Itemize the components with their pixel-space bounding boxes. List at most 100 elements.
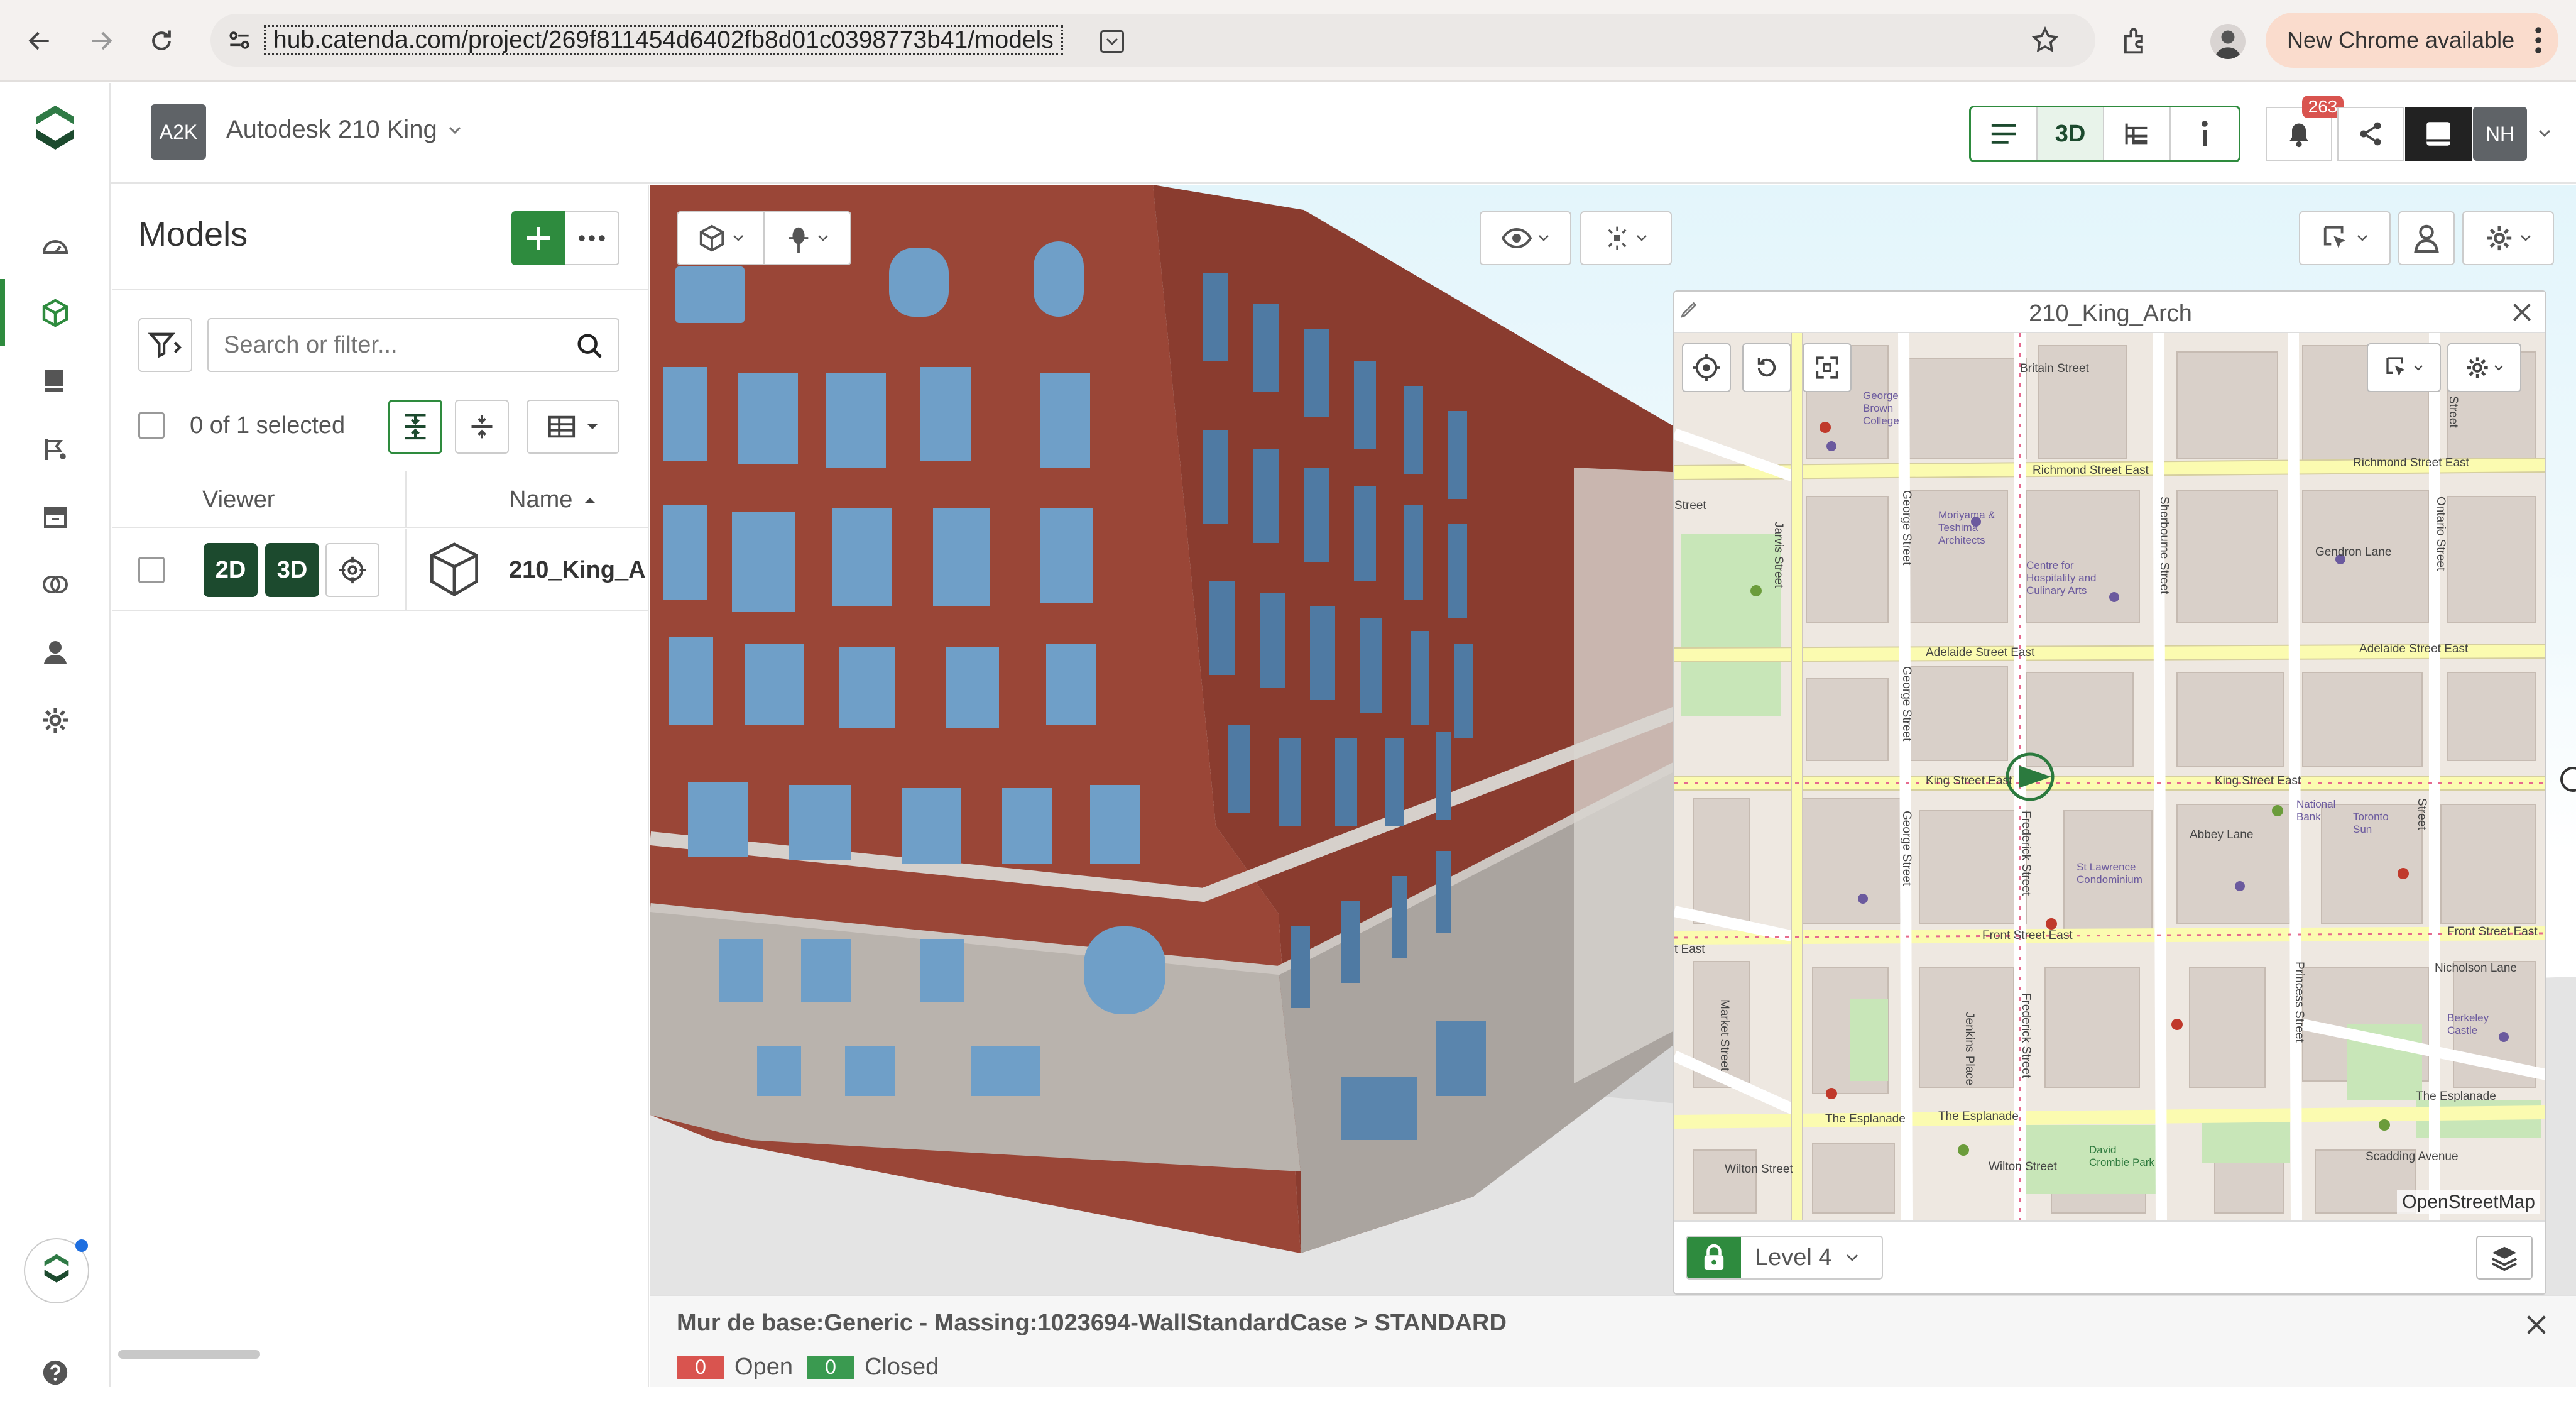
add-model-button[interactable]	[511, 211, 565, 265]
panel-toggle-button[interactable]	[2405, 107, 2472, 161]
extensions-icon[interactable]	[2119, 25, 2151, 58]
section-tool-menu[interactable]	[763, 211, 851, 265]
profile-icon[interactable]	[2210, 24, 2246, 59]
viewer-settings-menu[interactable]	[2462, 211, 2554, 265]
chevron-down-icon	[818, 235, 828, 241]
row-checkbox[interactable]	[138, 557, 165, 583]
back-icon[interactable]	[18, 19, 62, 63]
open-label[interactable]: Open	[734, 1354, 793, 1381]
reset-rotation-icon	[1757, 358, 1776, 377]
street-label: Abbey Lane	[2190, 828, 2254, 842]
map-window: 210_King_Arch Britain Street Richmond St…	[1673, 290, 2546, 1295]
chevron-down-icon	[2414, 365, 2423, 371]
place-label: Berkeley Castle	[2447, 1012, 2489, 1036]
menu-dots-icon[interactable]	[2535, 26, 2542, 54]
street-label: George Street	[1900, 811, 1913, 886]
cube-icon	[426, 540, 483, 598]
street-label: Britain Street	[2020, 362, 2089, 375]
street-label: Adelaide Street East	[1926, 646, 2035, 659]
view-cube-menu[interactable]	[677, 211, 765, 265]
layout-options-button[interactable]	[527, 400, 619, 454]
forward-icon[interactable]	[79, 19, 123, 63]
selection-status: 0 of 1 selected	[190, 412, 346, 439]
map-settings-menu[interactable]	[2447, 343, 2521, 392]
column-header-viewer[interactable]: Viewer	[202, 486, 275, 513]
dashboard-icon[interactable]	[0, 215, 111, 278]
locate-button[interactable]	[1682, 343, 1731, 392]
model-name[interactable]: 210_King_A	[509, 557, 648, 584]
lock-icon	[1704, 1244, 1724, 1270]
search-icon[interactable]	[576, 332, 604, 361]
table-row[interactable]: 2D 3D 210_King_A	[112, 529, 648, 611]
street-label: Adelaide Street East	[2359, 642, 2469, 655]
level-selector[interactable]: Level 4	[1686, 1236, 1883, 1280]
search-input[interactable]	[224, 331, 563, 359]
street-label: Nicholson Lane	[2435, 962, 2517, 975]
place-label: George Brown College	[1863, 390, 1899, 427]
archive-icon[interactable]	[0, 485, 111, 548]
catenda-assistant-button[interactable]	[24, 1238, 89, 1303]
tree-view-icon[interactable]	[2104, 107, 2171, 160]
more-options-button[interactable]	[565, 211, 619, 265]
url-text[interactable]: hub.catenda.com/project/269f811454d6402f…	[264, 25, 1063, 55]
map-layers-button[interactable]	[2476, 1236, 2533, 1280]
visibility-menu[interactable]	[1480, 211, 1571, 265]
search-field[interactable]	[207, 318, 619, 372]
place-label: Centre for Hospitality and Culinary Arts	[2026, 559, 2097, 596]
chevron-down-icon[interactable]	[2537, 128, 2552, 138]
street-map[interactable]: Britain Street Richmond Street East Rich…	[1674, 333, 2545, 1220]
explode-icon	[1608, 226, 1627, 250]
open-2d-button[interactable]: 2D	[204, 543, 258, 597]
locate-model-button[interactable]	[325, 543, 379, 597]
side-navigation	[0, 83, 111, 1387]
list-view-icon[interactable]	[1971, 107, 2038, 160]
map-select-tool-menu[interactable]	[2367, 343, 2441, 392]
fullscreen-button[interactable]	[1803, 343, 1852, 392]
issues-icon[interactable]	[0, 417, 111, 480]
address-bar[interactable]: hub.catenda.com/project/269f811454d6402f…	[210, 14, 2095, 67]
street-label: The Esplanade	[1825, 1112, 1906, 1126]
bookmark-star-icon[interactable]	[2030, 25, 2060, 55]
explode-menu[interactable]	[1580, 211, 1672, 265]
select-tool-menu[interactable]	[2299, 211, 2391, 265]
reload-icon[interactable]	[139, 19, 183, 63]
lock-level-button[interactable]	[1687, 1237, 1741, 1278]
target-icon	[339, 556, 366, 584]
closed-label[interactable]: Closed	[865, 1354, 939, 1381]
map-titlebar: 210_King_Arch	[1674, 292, 2545, 333]
people-icon[interactable]	[0, 621, 111, 684]
filter-button[interactable]	[138, 318, 192, 372]
user-avatar[interactable]: NH	[2473, 107, 2527, 161]
map-attribution[interactable]: OpenStreetMap	[2397, 1190, 2540, 1214]
street-label: The Esplanade	[2416, 1090, 2496, 1103]
select-all-checkbox[interactable]	[138, 412, 165, 439]
new-chrome-available-button[interactable]: New Chrome available	[2266, 13, 2558, 68]
reset-rotation-button[interactable]	[1742, 343, 1791, 392]
info-icon[interactable]	[2171, 107, 2239, 160]
share-button[interactable]	[2337, 107, 2404, 161]
street-label: Richmond Street East	[2033, 464, 2149, 477]
pin-icon	[789, 227, 809, 253]
open-3d-button[interactable]: 3D	[265, 543, 319, 597]
documents-icon[interactable]	[0, 349, 111, 412]
column-header-name[interactable]: Name	[509, 486, 596, 513]
dropdown-indicator-icon[interactable]	[1100, 30, 1124, 53]
horizontal-scrollbar[interactable]	[118, 1350, 260, 1359]
help-icon[interactable]	[0, 1341, 111, 1404]
person-view-button[interactable]	[2398, 211, 2455, 265]
integrations-icon[interactable]	[0, 553, 111, 616]
close-icon[interactable]	[2510, 300, 2534, 324]
place-label: St Lawrence Condominium	[2077, 861, 2142, 886]
open-count-badge: 0	[677, 1355, 724, 1379]
street-label: Jenkins Place	[1963, 1012, 1976, 1086]
close-icon[interactable]	[2524, 1312, 2549, 1337]
project-selector[interactable]: Autodesk 210 King	[226, 116, 462, 144]
settings-icon[interactable]	[0, 689, 111, 752]
models-icon[interactable]	[0, 282, 111, 344]
site-settings-icon[interactable]	[226, 26, 253, 54]
catenda-logo[interactable]	[31, 103, 79, 160]
view-3d-button[interactable]: 3D	[2038, 107, 2104, 160]
collapse-all-button[interactable]	[455, 400, 509, 454]
expand-all-button[interactable]	[388, 400, 442, 454]
table-header: Viewer Name	[112, 471, 648, 528]
